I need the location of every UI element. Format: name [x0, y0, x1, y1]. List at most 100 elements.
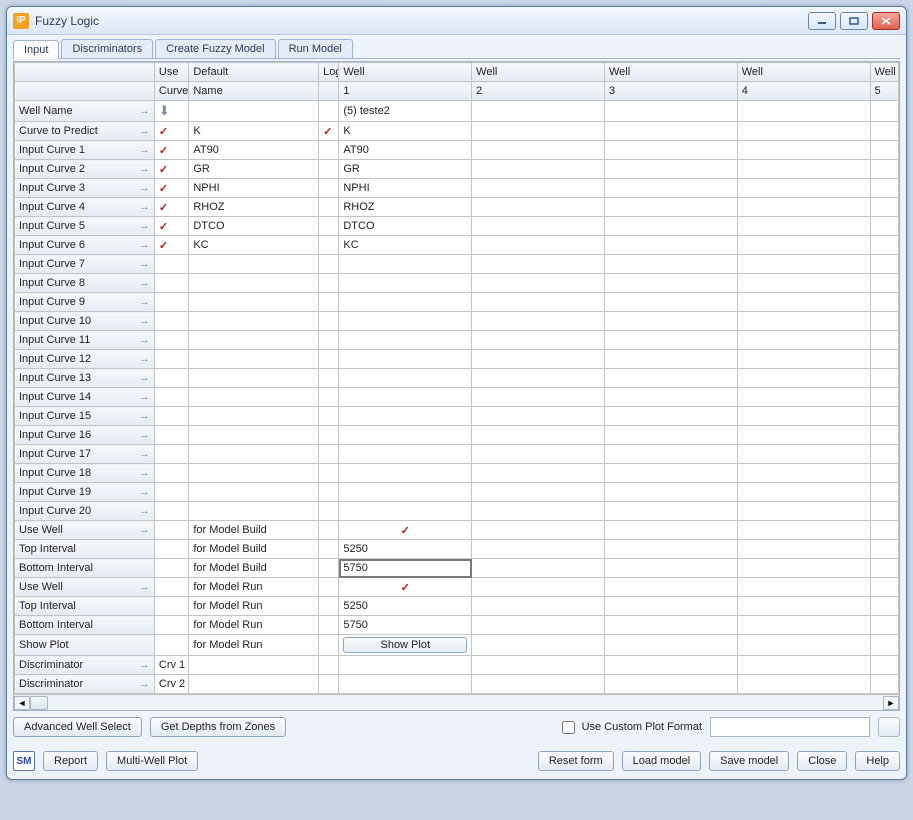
well-cell[interactable]: K	[339, 122, 472, 141]
log-cell[interactable]	[319, 198, 339, 217]
well-cell[interactable]	[472, 675, 605, 694]
use-cell[interactable]	[154, 578, 188, 597]
use-cell[interactable]: ⬇	[154, 101, 188, 122]
default-cell[interactable]: for Model Build	[189, 540, 319, 559]
well-cell[interactable]	[472, 236, 605, 255]
use-cell[interactable]	[154, 445, 188, 464]
scrollbar-thumb[interactable]	[30, 696, 48, 710]
default-cell[interactable]: KC	[189, 236, 319, 255]
use-cell[interactable]	[154, 369, 188, 388]
use-cell[interactable]	[154, 331, 188, 350]
log-cell[interactable]	[319, 464, 339, 483]
default-cell[interactable]	[189, 483, 319, 502]
well-cell[interactable]	[737, 407, 870, 426]
row-label[interactable]: Top Interval	[15, 597, 155, 616]
row-label[interactable]: Input Curve 4→	[15, 198, 155, 217]
row-label[interactable]: Input Curve 2→	[15, 160, 155, 179]
row-label[interactable]: Input Curve 11→	[15, 331, 155, 350]
well-cell[interactable]	[737, 559, 870, 578]
well-cell[interactable]	[604, 426, 737, 445]
log-cell[interactable]	[319, 656, 339, 675]
use-cell[interactable]	[154, 255, 188, 274]
log-cell[interactable]	[319, 502, 339, 521]
browse-plot-format-button[interactable]	[878, 717, 900, 737]
row-label[interactable]: Bottom Interval	[15, 559, 155, 578]
default-cell[interactable]: for Model Run	[189, 578, 319, 597]
well-cell[interactable]	[604, 656, 737, 675]
log-cell[interactable]	[319, 331, 339, 350]
well-cell[interactable]	[472, 274, 605, 293]
well-cell[interactable]: 5250	[339, 597, 472, 616]
default-cell[interactable]: for Model Build	[189, 521, 319, 540]
well-cell[interactable]: ✓	[339, 521, 472, 540]
log-cell[interactable]	[319, 179, 339, 198]
well-cell[interactable]	[472, 656, 605, 675]
row-label[interactable]: Input Curve 1→	[15, 141, 155, 160]
advanced-well-select-button[interactable]: Advanced Well Select	[13, 717, 142, 737]
well-cell[interactable]	[870, 198, 898, 217]
default-cell[interactable]	[189, 101, 319, 122]
log-cell[interactable]	[319, 445, 339, 464]
well-cell[interactable]	[604, 350, 737, 369]
default-cell[interactable]	[189, 675, 319, 694]
well-cell[interactable]	[339, 407, 472, 426]
well-cell[interactable]	[737, 578, 870, 597]
well-cell[interactable]	[870, 217, 898, 236]
close-button[interactable]	[872, 12, 900, 30]
row-label[interactable]: Input Curve 7→	[15, 255, 155, 274]
well-cell[interactable]	[339, 483, 472, 502]
well-cell[interactable]: Show Plot	[339, 635, 472, 656]
well-cell[interactable]	[737, 540, 870, 559]
well-cell[interactable]	[870, 141, 898, 160]
help-button[interactable]: Help	[855, 751, 900, 771]
row-label[interactable]: Input Curve 14→	[15, 388, 155, 407]
get-depths-from-zones-button[interactable]: Get Depths from Zones	[150, 717, 286, 737]
well-cell[interactable]	[604, 597, 737, 616]
well-cell[interactable]: NPHI	[339, 179, 472, 198]
well-cell[interactable]: KC	[339, 236, 472, 255]
well-cell[interactable]	[604, 101, 737, 122]
header-log[interactable]: Log	[319, 63, 339, 82]
well-cell[interactable]	[870, 274, 898, 293]
use-cell[interactable]	[154, 635, 188, 656]
well-cell[interactable]	[339, 445, 472, 464]
default-cell[interactable]: AT90	[189, 141, 319, 160]
custom-plot-format-path-input[interactable]	[710, 717, 870, 737]
well-cell[interactable]	[472, 217, 605, 236]
log-cell[interactable]	[319, 369, 339, 388]
well-cell[interactable]	[339, 675, 472, 694]
default-cell[interactable]	[189, 407, 319, 426]
log-cell[interactable]	[319, 293, 339, 312]
row-label[interactable]: Input Curve 15→	[15, 407, 155, 426]
well-cell[interactable]	[870, 616, 898, 635]
well-cell[interactable]	[737, 122, 870, 141]
log-cell[interactable]: ✓	[319, 122, 339, 141]
default-cell[interactable]	[189, 293, 319, 312]
header-well-1[interactable]: Well	[339, 63, 472, 82]
well-cell[interactable]	[737, 502, 870, 521]
default-cell[interactable]: for Model Build	[189, 559, 319, 578]
row-label[interactable]: Input Curve 5→	[15, 217, 155, 236]
well-cell[interactable]	[737, 464, 870, 483]
use-custom-plot-format-checkbox[interactable]: Use Custom Plot Format	[558, 718, 702, 737]
row-label[interactable]: Use Well→	[15, 578, 155, 597]
well-cell[interactable]	[604, 521, 737, 540]
well-cell[interactable]	[604, 616, 737, 635]
reset-form-button[interactable]: Reset form	[538, 751, 614, 771]
header2-well-1[interactable]: 1	[339, 82, 472, 101]
well-cell[interactable]	[604, 407, 737, 426]
use-cell[interactable]	[154, 616, 188, 635]
well-cell[interactable]	[472, 141, 605, 160]
row-label[interactable]: Discriminator→	[15, 656, 155, 675]
well-cell[interactable]	[737, 274, 870, 293]
use-cell[interactable]	[154, 521, 188, 540]
well-cell[interactable]	[339, 426, 472, 445]
use-cell[interactable]: Crv 1	[154, 656, 188, 675]
well-cell[interactable]	[339, 502, 472, 521]
well-cell[interactable]	[870, 407, 898, 426]
default-cell[interactable]: DTCO	[189, 217, 319, 236]
use-cell[interactable]: ✓	[154, 122, 188, 141]
close-window-button[interactable]: Close	[797, 751, 847, 771]
header-default[interactable]: Default	[189, 63, 319, 82]
row-label[interactable]: Input Curve 12→	[15, 350, 155, 369]
